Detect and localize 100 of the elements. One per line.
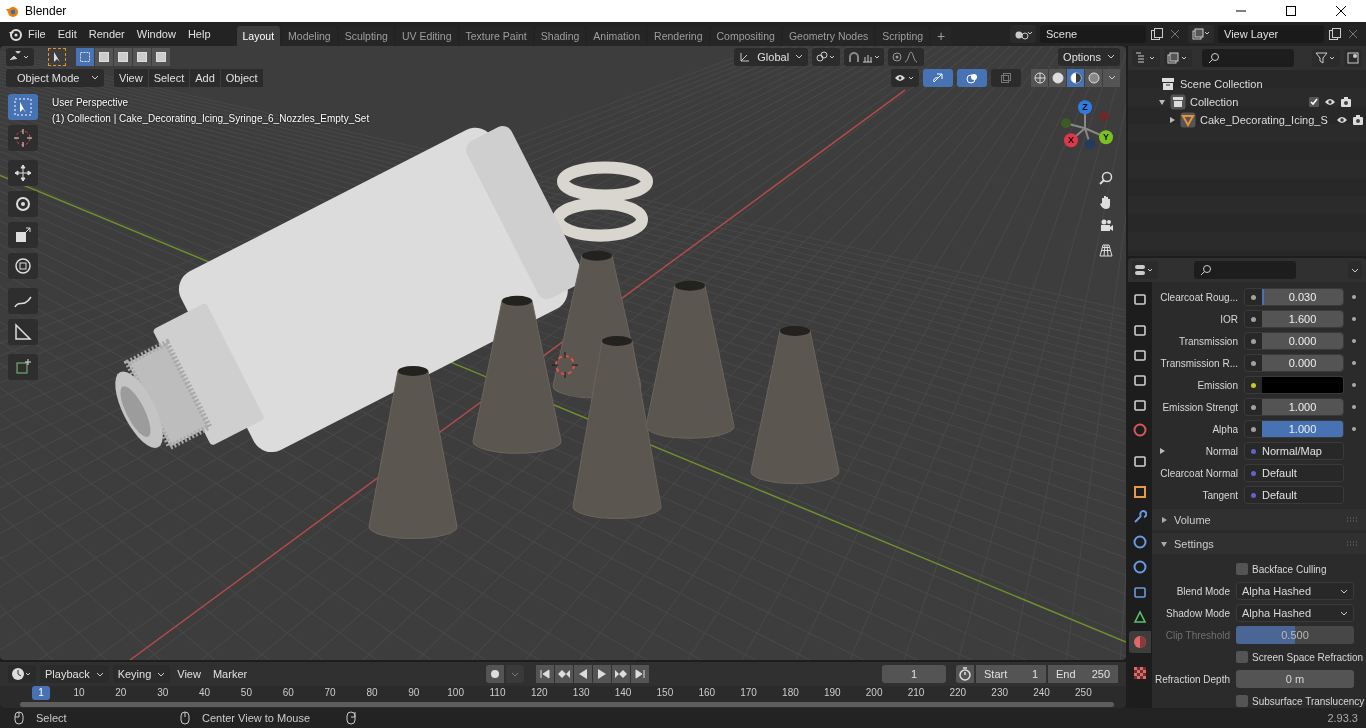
camera-icon[interactable]: [1098, 218, 1114, 234]
keyframe-dot-icon[interactable]: [1352, 317, 1356, 321]
timeline-menu[interactable]: View: [172, 665, 206, 683]
color-swatch[interactable]: [1262, 377, 1343, 393]
workspace-tab[interactable]: Layout: [236, 26, 281, 46]
dropdown[interactable]: Alpha Hashed: [1236, 604, 1354, 622]
checkbox[interactable]: [1236, 695, 1248, 707]
menu-item[interactable]: Render: [82, 28, 131, 40]
preview-range-button[interactable]: [956, 665, 974, 683]
options-dropdown[interactable]: [1348, 261, 1362, 279]
app-logo-icon[interactable]: [8, 27, 22, 41]
rendered-sphere-button[interactable]: [1085, 68, 1102, 87]
select-box-tool[interactable]: [8, 94, 38, 120]
ruler-tool[interactable]: [8, 319, 38, 345]
keyframe-dot-icon[interactable]: [1352, 405, 1356, 409]
viewport-menu[interactable]: Add: [190, 68, 220, 87]
keyframe-dot-icon[interactable]: [1352, 339, 1356, 343]
viewport-menu[interactable]: Object: [220, 68, 263, 87]
property-field[interactable]: 0.000: [1244, 332, 1344, 350]
solid-sphere-button[interactable]: [1049, 68, 1066, 87]
options-dropdown[interactable]: Options: [1058, 47, 1120, 66]
eye-icon[interactable]: [1324, 96, 1336, 108]
view-layer-button[interactable]: [1188, 25, 1214, 43]
menu-item[interactable]: File: [22, 28, 52, 40]
drag-handle-icon[interactable]: [1346, 540, 1358, 547]
property-field[interactable]: 1.000: [1244, 398, 1344, 416]
cursor-tool[interactable]: [8, 125, 38, 151]
copy-icon[interactable]: [1328, 27, 1342, 41]
search-field[interactable]: [1202, 49, 1294, 67]
current-frame-field[interactable]: 1: [882, 665, 946, 683]
checkbox[interactable]: [1236, 563, 1248, 575]
menu-item[interactable]: Window: [130, 28, 182, 40]
camera-icon[interactable]: [1340, 96, 1352, 108]
move-tool[interactable]: [8, 160, 38, 186]
property-field[interactable]: Default: [1244, 486, 1344, 504]
view-layer-field[interactable]: View Layer: [1218, 25, 1324, 43]
select-mode-button[interactable]: [152, 47, 170, 66]
material-sphere-button[interactable]: [1067, 68, 1084, 87]
dropdown[interactable]: Alpha Hashed: [1236, 582, 1354, 600]
select-mode-button[interactable]: [114, 47, 132, 66]
expand-arrow-icon[interactable]: [1168, 116, 1176, 124]
record-button[interactable]: [485, 665, 504, 683]
next-keyframe-button[interactable]: [611, 665, 630, 683]
drag-handle-icon[interactable]: [1346, 516, 1358, 523]
zoom-icon[interactable]: [1098, 170, 1114, 186]
filter-view-button[interactable]: [1164, 49, 1192, 67]
camera-icon[interactable]: [1351, 114, 1364, 126]
property-field[interactable]: 1.000: [1244, 420, 1344, 438]
wireframe-sphere-button[interactable]: [1031, 68, 1048, 87]
number-field[interactable]: 0 m: [1236, 670, 1354, 688]
play-reverse-button[interactable]: [573, 665, 592, 683]
property-field[interactable]: Default: [1244, 464, 1344, 482]
close-icon[interactable]: [1335, 5, 1347, 17]
select-mode-button[interactable]: [95, 47, 113, 66]
play-button[interactable]: [592, 665, 611, 683]
panel-header[interactable]: Volume: [1152, 509, 1366, 530]
outliner-item[interactable]: Collection: [1190, 96, 1239, 108]
timeline-menu[interactable]: Marker: [207, 665, 253, 683]
panel-header[interactable]: Settings: [1152, 533, 1366, 554]
viewport-menu[interactable]: View: [114, 68, 148, 87]
property-field[interactable]: 0.000: [1244, 354, 1344, 372]
keyframe-dot-icon[interactable]: [1352, 383, 1356, 387]
property-field[interactable]: Normal/Map: [1244, 442, 1344, 460]
select-mode-button[interactable]: [76, 47, 94, 66]
expand-arrow-icon[interactable]: [1158, 447, 1166, 455]
maximize-icon[interactable]: [1285, 5, 1297, 17]
scene-button[interactable]: [1010, 25, 1036, 43]
search-field[interactable]: [1194, 261, 1296, 279]
gizmo-toggle[interactable]: [923, 68, 953, 87]
pivot-button[interactable]: [812, 47, 841, 66]
navigation-gizmo[interactable]: [1061, 100, 1113, 150]
editor-type-button[interactable]: [1132, 261, 1158, 279]
visibility-button[interactable]: [891, 68, 919, 87]
editor-type-button[interactable]: [6, 47, 34, 66]
overlay-toggle[interactable]: [957, 68, 987, 87]
keyframe-dot-icon[interactable]: [1352, 427, 1356, 431]
jump-end-button[interactable]: [630, 665, 649, 683]
eye-icon[interactable]: [1335, 114, 1348, 126]
property-field[interactable]: [1244, 376, 1344, 394]
keyframe-dot-icon[interactable]: [1352, 295, 1356, 299]
checkbox[interactable]: [1236, 651, 1248, 663]
playhead[interactable]: 1: [32, 686, 50, 700]
new-collection-button[interactable]: [1344, 49, 1362, 67]
viewport-menu[interactable]: Select: [148, 68, 190, 87]
collapse-arrow-icon[interactable]: [1158, 98, 1166, 106]
filter-button[interactable]: [1312, 49, 1340, 67]
menu-item[interactable]: Edit: [51, 28, 83, 40]
outliner-item[interactable]: Scene Collection: [1180, 78, 1263, 90]
copy-icon[interactable]: [1150, 27, 1164, 41]
sphere-tab[interactable]: [1129, 631, 1151, 653]
snap-button[interactable]: [844, 47, 885, 66]
display-mode-button[interactable]: [1132, 49, 1160, 67]
add-cube-tool[interactable]: [8, 354, 38, 380]
mode-dropdown[interactable]: Object Mode: [6, 68, 104, 87]
scale-tool[interactable]: [8, 222, 38, 248]
grid-icon[interactable]: [1098, 242, 1114, 258]
select-mode-button[interactable]: [133, 47, 151, 66]
proportional-edit-button[interactable]: [888, 47, 925, 66]
outliner-item[interactable]: Cake_Decorating_Icing_S: [1200, 114, 1328, 126]
xray-toggle[interactable]: [991, 68, 1021, 87]
